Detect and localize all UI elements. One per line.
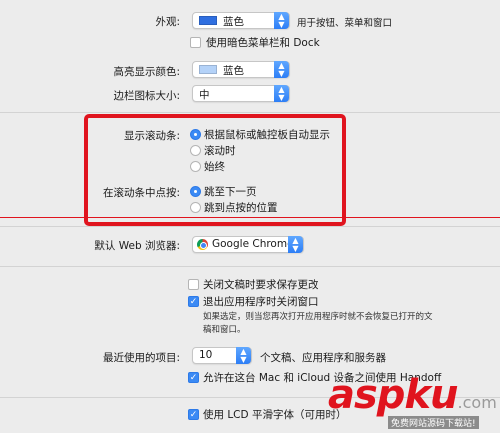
appearance-swatch xyxy=(199,16,217,25)
chevron-updown-icon: ▲ ▼ xyxy=(274,12,289,29)
lcd-label: 使用 LCD 平滑字体（可用时） xyxy=(203,409,347,421)
dark-menu-label: 使用暗色菜单栏和 Dock xyxy=(206,37,320,49)
browser-label: 默认 Web 浏览器: xyxy=(94,240,180,252)
chevron-updown-icon: ▲ ▼ xyxy=(274,61,289,78)
watermark-brand: aspku xyxy=(328,372,459,418)
chevron-updown-icon: ▲ ▼ xyxy=(236,347,251,364)
chrome-icon-center xyxy=(200,242,207,249)
chevron-updown-icon: ▲ ▼ xyxy=(274,85,289,102)
highlight-popup[interactable]: 蓝色 ▲ ▼ xyxy=(192,61,290,78)
close-windows-checkbox[interactable]: ✓ xyxy=(188,296,199,307)
appearance-value: 蓝色 xyxy=(223,16,244,28)
recent-value: 10 xyxy=(199,349,213,361)
separator xyxy=(0,226,500,227)
browser-value: Google Chrome xyxy=(212,238,294,250)
highlight-swatch xyxy=(199,65,217,74)
annotation-line xyxy=(0,217,500,218)
appearance-hint: 用于按钮、菜单和窗口 xyxy=(297,18,393,29)
sidebar-icon-popup[interactable]: 中 ▲ ▼ xyxy=(192,85,290,102)
close-windows-note: 如果选定，则当您再次打开应用程序时就不会恢复已打开的文稿和窗口。 xyxy=(203,312,433,335)
watermark-logo: aspku.com xyxy=(328,372,497,418)
separator xyxy=(0,112,500,113)
watermark-suffix: .com xyxy=(457,393,497,412)
close-windows-label: 退出应用程序时关闭窗口 xyxy=(203,296,319,308)
lcd-checkbox[interactable]: ✓ xyxy=(188,409,199,420)
ask-save-checkbox[interactable] xyxy=(188,279,199,290)
browser-popup[interactable]: Google Chrome ▲ ▼ xyxy=(192,236,304,253)
annotation-box xyxy=(84,114,346,226)
ask-save-label: 关闭文稿时要求保存更改 xyxy=(203,279,319,291)
highlight-label: 高亮显示颜色: xyxy=(113,66,180,78)
separator xyxy=(0,266,500,267)
appearance-popup[interactable]: 蓝色 ▲ ▼ xyxy=(192,12,290,29)
highlight-value: 蓝色 xyxy=(223,65,244,77)
recent-suffix: 个文稿、应用程序和服务器 xyxy=(260,352,386,364)
dark-menu-checkbox[interactable] xyxy=(190,37,201,48)
chevron-updown-icon: ▲ ▼ xyxy=(288,236,303,253)
handoff-checkbox[interactable]: ✓ xyxy=(188,372,199,383)
recent-popup[interactable]: 10 ▲ ▼ xyxy=(192,347,252,364)
sidebar-icon-value: 中 xyxy=(199,89,210,101)
recent-label: 最近使用的项目: xyxy=(102,352,180,364)
watermark-tagline: 免费网站源码下载站! xyxy=(388,416,479,429)
sidebar-icon-label: 边栏图标大小: xyxy=(113,90,180,102)
appearance-label: 外观: xyxy=(155,16,180,28)
